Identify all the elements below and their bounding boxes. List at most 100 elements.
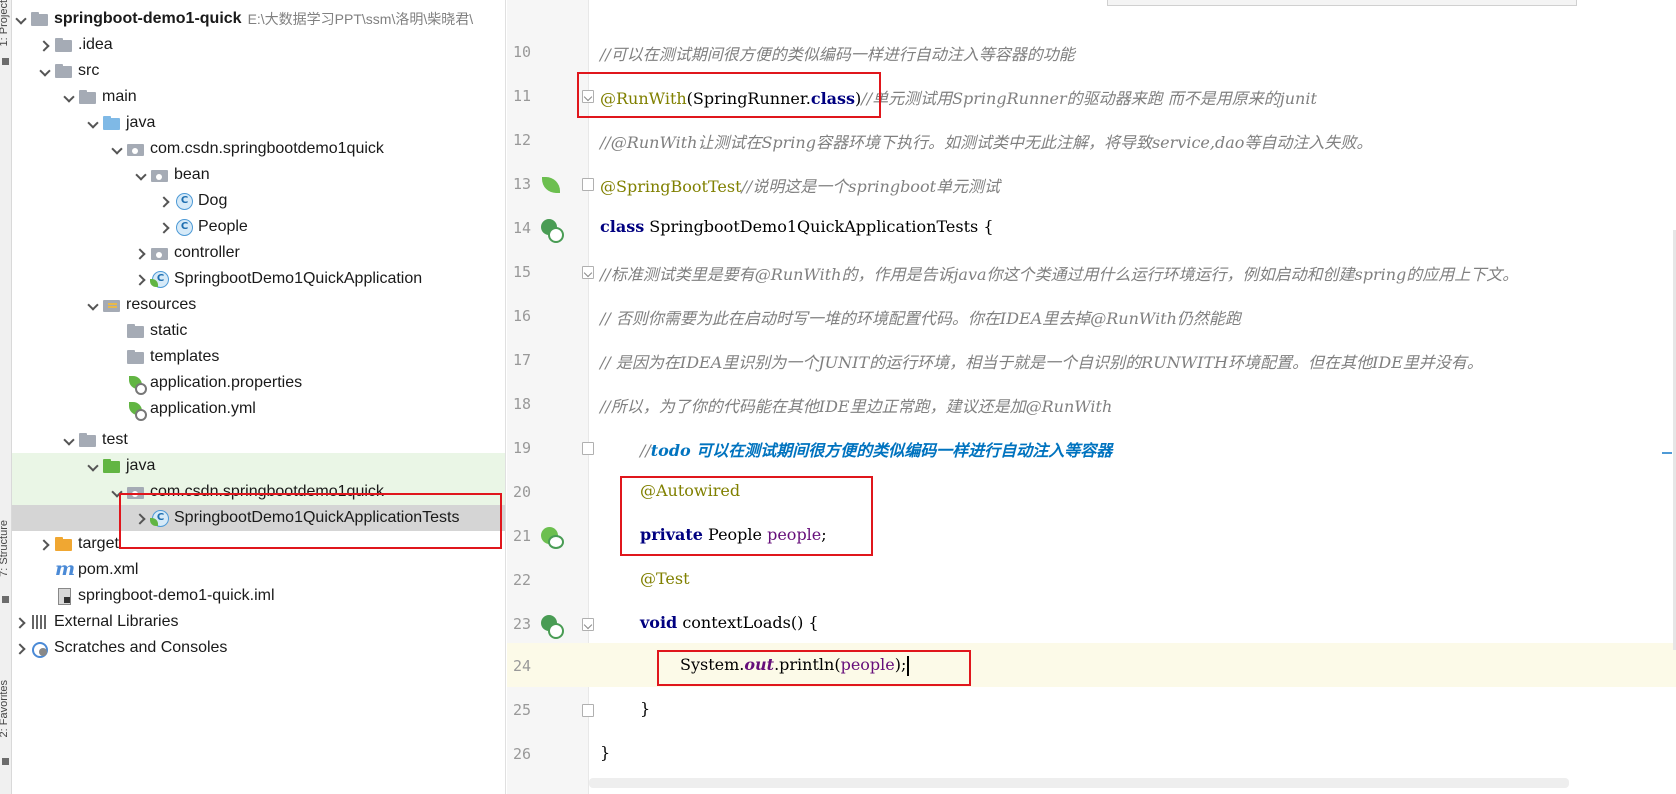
code-line-23[interactable]: 23 void contextLoads() { bbox=[507, 603, 1676, 647]
collapse-arrow-icon[interactable] bbox=[134, 240, 150, 266]
code-line-16[interactable]: 16 // 否则你需要为此在启动时写一堆的环境配置代码。你在IDEA里去掉@Ru… bbox=[507, 295, 1676, 339]
tree-item-application[interactable]: SpringbootDemo1QuickApplication bbox=[12, 266, 505, 292]
tree-item-label: test bbox=[102, 431, 128, 448]
code-line-24[interactable]: 24 System.out.println(people); bbox=[507, 645, 1676, 689]
collapse-arrow-icon[interactable] bbox=[38, 531, 54, 557]
autowired-bean-icon[interactable] bbox=[541, 527, 564, 549]
tree-item-root[interactable]: springboot-demo1-quick E:\大数据学习PPT\ssm\洛… bbox=[12, 6, 505, 32]
annotation: @SpringBootTest bbox=[600, 177, 742, 196]
tree-item-idea[interactable]: .idea bbox=[12, 32, 505, 58]
tree-item-main[interactable]: main bbox=[12, 84, 505, 110]
code-text: //@RunWith让测试在Spring容器环境下执行。如测试类中无此注解，将导… bbox=[600, 129, 1372, 153]
tree-item-test-package[interactable]: com.csdn.springbootdemo1quick bbox=[12, 479, 505, 505]
tree-item-main-java[interactable]: java bbox=[12, 110, 505, 136]
expand-arrow-icon[interactable] bbox=[86, 110, 102, 136]
horizontal-scrollbar[interactable] bbox=[589, 778, 1569, 788]
tree-item-target[interactable]: target bbox=[12, 531, 505, 557]
tree-item-label: springboot-demo1-quick bbox=[54, 10, 242, 27]
collapse-arrow-icon[interactable] bbox=[134, 266, 150, 292]
folder-icon bbox=[54, 36, 74, 54]
project-tool-icon bbox=[2, 58, 9, 65]
tree-item-external-libraries[interactable]: External Libraries bbox=[12, 609, 505, 635]
comment: // bbox=[640, 441, 651, 460]
tree-item-bean[interactable]: bean bbox=[12, 162, 505, 188]
collapse-arrow-icon[interactable] bbox=[158, 214, 174, 240]
fold-marker-icon[interactable] bbox=[582, 618, 594, 631]
package-icon bbox=[126, 483, 146, 501]
code-line-15[interactable]: 15 //标准测试类里是要有@RunWith的，作用是告诉java你这个类通过用… bbox=[507, 251, 1676, 295]
code-text: private People people; bbox=[640, 525, 827, 544]
code-line-13[interactable]: 13 @SpringBootTest//说明这是一个springboot单元测试 bbox=[507, 163, 1676, 207]
code-token: contextLoads() { bbox=[677, 613, 819, 632]
collapse-arrow-icon[interactable] bbox=[158, 188, 174, 214]
expand-arrow-icon[interactable] bbox=[110, 136, 126, 162]
tree-item-test-java[interactable]: java bbox=[12, 453, 505, 479]
tree-item-people[interactable]: People bbox=[12, 214, 505, 240]
tree-item-templates[interactable]: templates bbox=[12, 344, 505, 370]
tree-item-label: java bbox=[126, 114, 156, 131]
tree-item-iml[interactable]: springboot-demo1-quick.iml bbox=[12, 583, 505, 609]
tree-item-controller[interactable]: controller bbox=[12, 240, 505, 266]
run-test-class-icon[interactable] bbox=[541, 219, 564, 243]
code-line-19[interactable]: 19 //todo 可以在测试期间很方便的类似编码一样进行自动注入等容器 bbox=[507, 427, 1676, 471]
tree-item-dog[interactable]: Dog bbox=[12, 188, 505, 214]
expand-arrow-icon[interactable] bbox=[14, 6, 30, 32]
line-number: 18 bbox=[512, 395, 531, 413]
expand-arrow-icon[interactable] bbox=[86, 292, 102, 318]
code-token: System. bbox=[680, 655, 745, 674]
fold-marker-icon[interactable] bbox=[582, 266, 594, 279]
tree-item-test[interactable]: test bbox=[12, 427, 505, 453]
collapse-arrow-icon[interactable] bbox=[134, 505, 150, 531]
favorites-tool-tab[interactable]: 2: Favorites bbox=[0, 680, 11, 737]
code-line-18[interactable]: 18 //所以，为了你的代码能在其他IDE里边正常跑，建议还是加@RunWith bbox=[507, 383, 1676, 427]
tree-item-label: pom.xml bbox=[78, 561, 139, 578]
spring-bean-icon[interactable] bbox=[541, 175, 561, 195]
tree-item-resources[interactable]: resources bbox=[12, 292, 505, 318]
tree-item-application-tests[interactable]: SpringbootDemo1QuickApplicationTests bbox=[12, 505, 505, 531]
collapse-arrow-icon[interactable] bbox=[38, 32, 54, 58]
structure-tool-tab[interactable]: 7: Structure bbox=[0, 520, 11, 577]
favorites-star-icon bbox=[2, 758, 9, 765]
code-line-26[interactable]: 26 } bbox=[507, 733, 1676, 777]
tree-item-scratches[interactable]: Scratches and Consoles bbox=[12, 635, 505, 661]
line-number: 23 bbox=[512, 615, 531, 633]
fold-marker-icon[interactable] bbox=[582, 704, 594, 717]
fold-marker-icon[interactable] bbox=[582, 90, 594, 103]
line-number: 13 bbox=[512, 175, 531, 193]
line-number: 12 bbox=[512, 131, 531, 149]
run-test-method-icon[interactable] bbox=[541, 615, 564, 639]
expand-arrow-icon[interactable] bbox=[62, 427, 78, 453]
fold-marker-icon[interactable] bbox=[582, 178, 594, 191]
code-line-17[interactable]: 17 // 是因为在IDEA里识别为一个JUNIT的运行环境，相当于就是一个自识… bbox=[507, 339, 1676, 383]
code-text: // 否则你需要为此在启动时写一堆的环境配置代码。你在IDEA里去掉@RunWi… bbox=[600, 305, 1241, 329]
code-line-11[interactable]: 11 @RunWith(SpringRunner.class)//单元测试用Sp… bbox=[507, 75, 1676, 119]
comment: //标准测试类里是要有@RunWith的，作用是告诉java你这个类通过用什么运… bbox=[600, 265, 1519, 284]
code-editor[interactable]: 10 //可以在测试期间很方便的类似编码一样进行自动注入等容器的功能 11 @R… bbox=[507, 0, 1676, 794]
tree-item-application-properties[interactable]: application.properties bbox=[12, 370, 505, 396]
tree-item-static[interactable]: static bbox=[12, 318, 505, 344]
tree-item-pom[interactable]: pom.xml bbox=[12, 557, 505, 583]
collapse-arrow-icon[interactable] bbox=[14, 609, 30, 635]
code-text: System.out.println(people); bbox=[680, 655, 910, 676]
code-line-21[interactable]: 21 private People people; bbox=[507, 515, 1676, 559]
expand-arrow-icon[interactable] bbox=[110, 479, 126, 505]
code-line-25[interactable]: 25 } bbox=[507, 689, 1676, 733]
code-line-22[interactable]: 22 @Test bbox=[507, 559, 1676, 603]
collapse-arrow-icon[interactable] bbox=[14, 635, 30, 661]
code-text: //可以在测试期间很方便的类似编码一样进行自动注入等容器的功能 bbox=[600, 41, 1075, 65]
expand-arrow-icon[interactable] bbox=[134, 162, 150, 188]
tree-item-main-package[interactable]: com.csdn.springbootdemo1quick bbox=[12, 136, 505, 162]
project-tool-tab[interactable]: 1: Project bbox=[0, 0, 11, 46]
code-line-14[interactable]: 14 class SpringbootDemo1QuickApplication… bbox=[507, 207, 1676, 251]
tree-item-label: templates bbox=[150, 348, 220, 365]
code-line-20[interactable]: 20 @Autowired bbox=[507, 471, 1676, 515]
code-line-12[interactable]: 12 //@RunWith让测试在Spring容器环境下执行。如测试类中无此注解… bbox=[507, 119, 1676, 163]
expand-arrow-icon[interactable] bbox=[62, 84, 78, 110]
tree-item-application-yml[interactable]: application.yml bbox=[12, 396, 505, 422]
fold-marker-icon[interactable] bbox=[582, 442, 594, 455]
expand-arrow-icon[interactable] bbox=[38, 58, 54, 84]
code-line-10[interactable]: 10 //可以在测试期间很方便的类似编码一样进行自动注入等容器的功能 bbox=[507, 31, 1676, 75]
tree-item-src[interactable]: src bbox=[12, 58, 505, 84]
tree-item-label: .idea bbox=[78, 36, 113, 53]
expand-arrow-icon[interactable] bbox=[86, 453, 102, 479]
